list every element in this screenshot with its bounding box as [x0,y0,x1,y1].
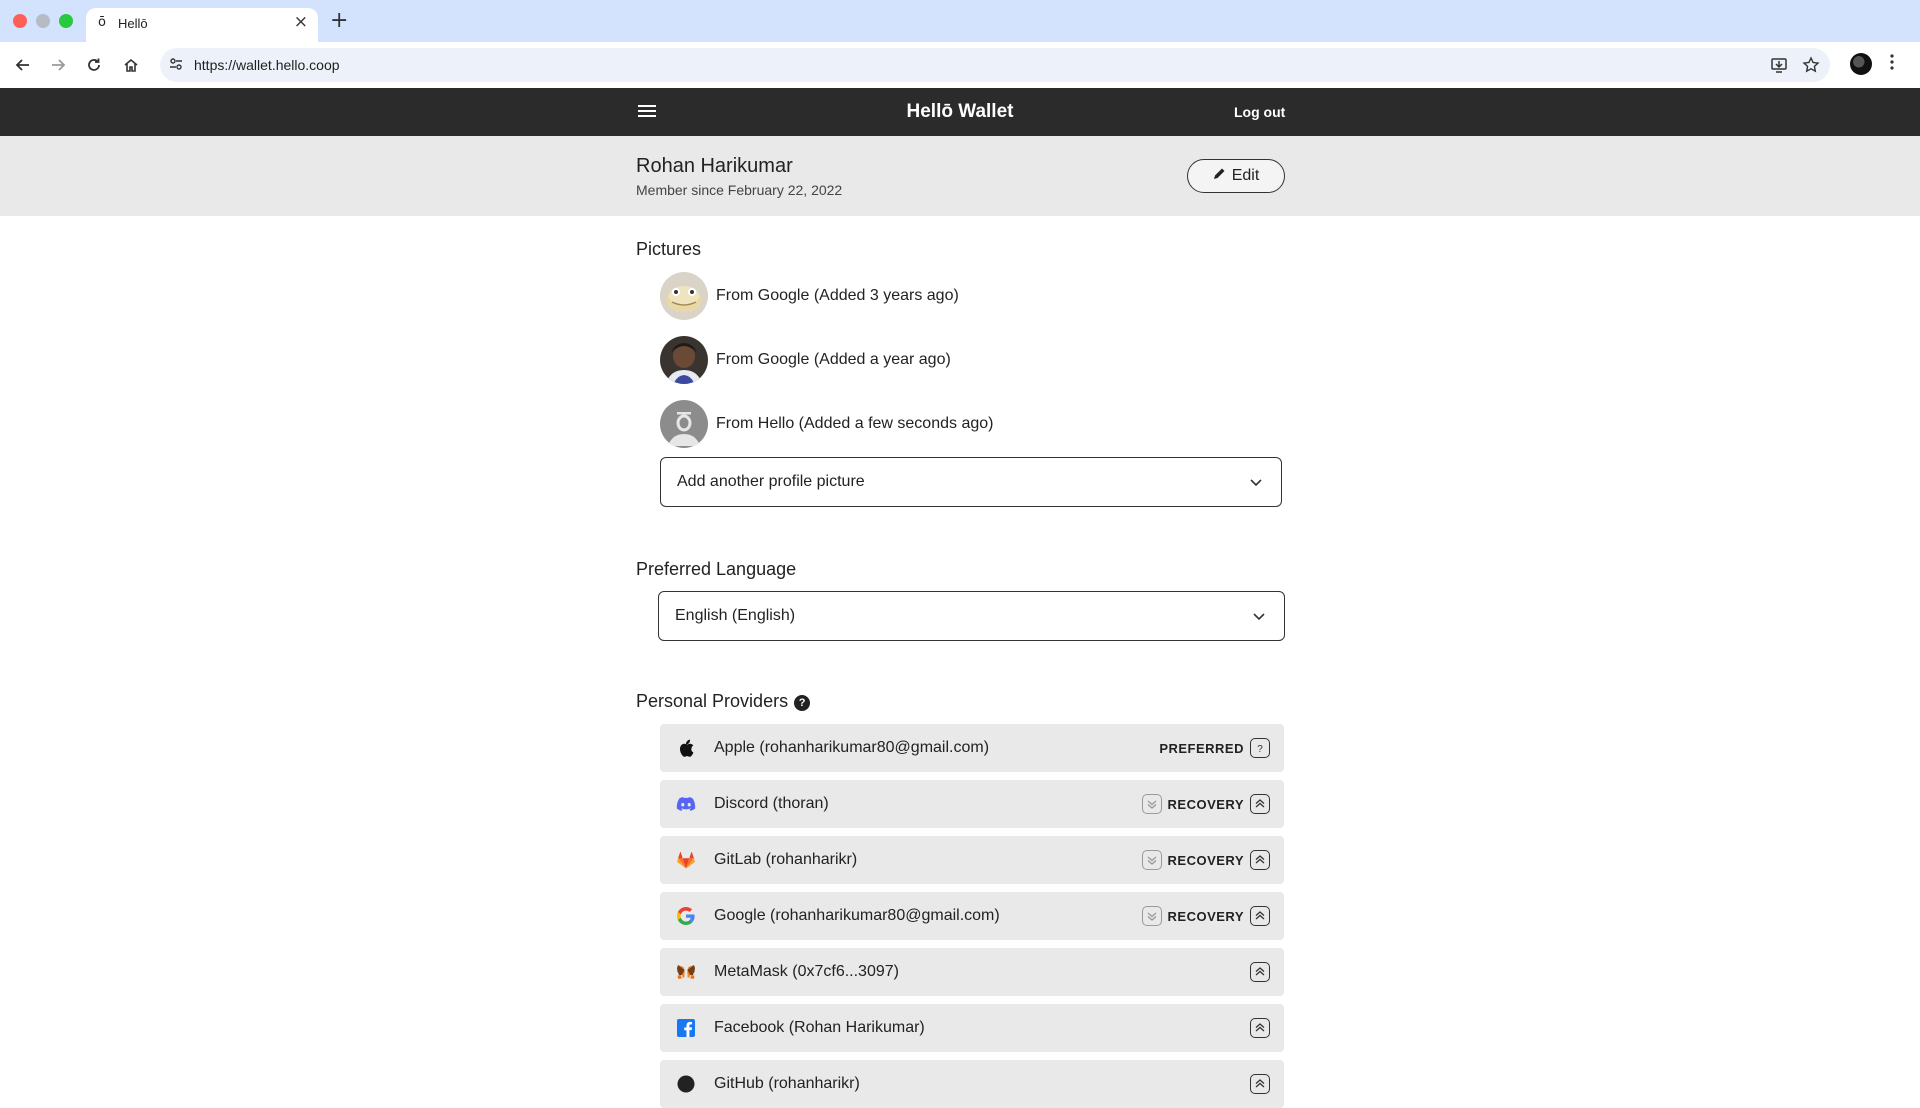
window-minimize-button[interactable] [36,14,50,28]
provider-row-google[interactable]: Google (rohanharikumar80@gmail.com) RECO… [660,892,1284,940]
member-since-text: Member since February 22, 2022 [636,182,843,198]
tab-favicon-icon: ō [98,15,106,30]
promote-chevron-up-icon[interactable] [1250,906,1270,926]
picture-label: From Google (Added 3 years ago) [716,287,959,304]
browser-tab-strip: ō Hellō × + [0,0,1920,42]
back-arrow-icon[interactable] [9,51,37,79]
provider-label: Discord (thoran) [714,795,829,812]
browser-toolbar: https://wallet.hello.coop [0,42,1920,88]
question-icon[interactable]: ? [1250,738,1270,758]
browser-menu-icon[interactable] [1890,54,1894,75]
picture-item[interactable]: From Hello (Added a few seconds ago) [660,400,1220,448]
app-header: Hellō Wallet Log out [0,88,1920,136]
forward-arrow-icon[interactable] [44,51,72,79]
chevron-down-icon [1249,475,1263,494]
metamask-icon [676,962,696,982]
promote-chevron-up-icon[interactable] [1250,794,1270,814]
picture-label: From Hello (Added a few seconds ago) [716,415,994,432]
promote-chevron-up-icon[interactable] [1250,1018,1270,1038]
promote-chevron-up-icon[interactable] [1250,850,1270,870]
provider-row-metamask[interactable]: MetaMask (0x7cf6...3097) [660,948,1284,996]
svg-text:?: ? [1257,744,1263,754]
provider-label: Facebook (Rohan Harikumar) [714,1019,925,1036]
install-app-icon[interactable] [1770,56,1788,79]
add-picture-dropdown[interactable]: Add another profile picture [660,457,1282,507]
recovery-badge: RECOVERY [1167,852,1244,868]
site-settings-icon[interactable] [168,56,184,77]
profile-header: Rohan Harikumar Member since February 22… [0,136,1920,216]
providers-title-text: Personal Providers [636,691,789,711]
tab-title: Hellō [118,16,148,31]
preferred-badge: PREFERRED [1159,740,1244,756]
apple-icon [676,738,696,758]
discord-icon [676,794,696,814]
provider-row-facebook[interactable]: Facebook (Rohan Harikumar) [660,1004,1284,1052]
picture-item[interactable]: From Google (Added 3 years ago) [660,272,1220,320]
language-selected-value: English (English) [675,607,796,624]
promote-chevron-up-icon[interactable] [1250,962,1270,982]
browser-tab[interactable]: ō Hellō × [86,8,318,42]
home-icon[interactable] [117,51,145,79]
hello-default-avatar [660,400,708,448]
window-close-button[interactable] [13,14,27,28]
google-icon [676,906,696,926]
github-icon [676,1074,696,1094]
add-picture-placeholder: Add another profile picture [677,473,865,490]
edit-label: Edit [1231,167,1260,184]
tab-close-icon[interactable]: × [294,12,308,32]
edit-profile-button[interactable]: Edit [1187,159,1285,193]
provider-row-discord[interactable]: Discord (thoran) RECOVERY [660,780,1284,828]
recovery-badge: RECOVERY [1167,908,1244,924]
person-avatar [660,336,708,384]
provider-label: GitHub (rohanharikr) [714,1075,860,1092]
gitlab-icon [676,850,696,870]
picture-item[interactable]: From Google (Added a year ago) [660,336,1220,384]
language-title: Preferred Language [636,559,797,579]
browser-profile-avatar[interactable] [1850,53,1872,75]
pictures-title: Pictures [636,239,702,259]
recovery-badge: RECOVERY [1167,796,1244,812]
provider-row-github[interactable]: GitHub (rohanharikr) [660,1060,1284,1108]
language-select[interactable]: English (English) [658,591,1285,641]
new-tab-icon[interactable]: + [330,8,348,33]
reload-icon[interactable] [80,51,108,79]
gecko-avatar [660,272,708,320]
address-bar[interactable]: https://wallet.hello.coop [160,48,1830,82]
help-icon[interactable]: ? [794,695,811,711]
url-text: https://wallet.hello.coop [194,57,340,73]
providers-title: Personal Providers? [636,691,811,712]
logout-button[interactable]: Log out [1234,104,1285,120]
brand-title: Hellō Wallet [906,101,1014,122]
bookmark-star-icon[interactable] [1802,56,1820,79]
provider-row-apple[interactable]: Apple (rohanharikumar80@gmail.com) PREFE… [660,724,1284,772]
provider-label: Apple (rohanharikumar80@gmail.com) [714,739,990,756]
provider-row-gitlab[interactable]: GitLab (rohanharikr) RECOVERY [660,836,1284,884]
pencil-icon [1213,167,1226,185]
demote-chevron-down-icon[interactable] [1141,794,1162,814]
provider-label: Google (rohanharikumar80@gmail.com) [714,907,1000,924]
facebook-icon [676,1018,696,1038]
picture-label: From Google (Added a year ago) [716,351,951,368]
window-zoom-button[interactable] [59,14,73,28]
demote-chevron-down-icon[interactable] [1141,906,1162,926]
promote-chevron-up-icon[interactable] [1250,1074,1270,1094]
provider-label: GitLab (rohanharikr) [714,851,858,868]
demote-chevron-down-icon[interactable] [1141,850,1162,870]
chevron-down-icon [1252,609,1266,628]
profile-name: Rohan Harikumar [636,155,793,177]
provider-label: MetaMask (0x7cf6...3097) [714,963,899,980]
